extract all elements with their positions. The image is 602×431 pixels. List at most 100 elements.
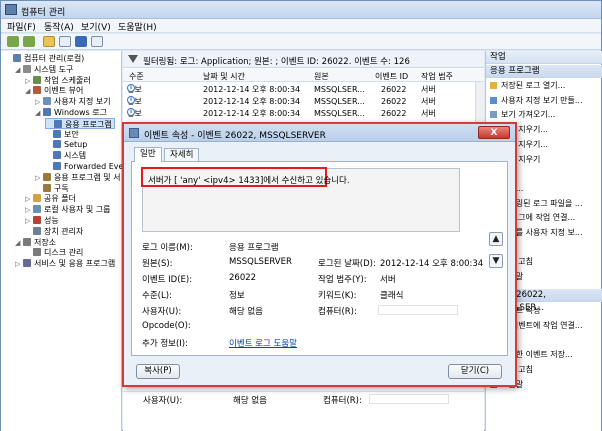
col-event-id[interactable]: 이벤트 ID	[375, 71, 408, 82]
tree-node-icon	[53, 129, 61, 138]
row-source: MSSQLSER...	[314, 109, 365, 118]
col-category[interactable]: 작업 범주	[421, 71, 453, 82]
menu-help[interactable]: 도움말(H)	[118, 20, 157, 33]
log-name-value: 응용 프로그램	[229, 243, 279, 253]
tree-node-icon	[43, 108, 51, 116]
tree-item-label: 시스템	[64, 151, 87, 161]
keywords-label: 키워드(K):	[318, 291, 357, 301]
event-log-help-link[interactable]: 이벤트 로그 도움말	[229, 337, 297, 349]
row-category: 서버	[421, 97, 436, 106]
computer-value	[378, 305, 458, 315]
action-label: 사용자 지정 보기 만들...	[501, 95, 583, 105]
close-button[interactable]: 닫기(C)	[448, 364, 502, 379]
task-category-value: 서버	[380, 275, 396, 285]
actions-section-app[interactable]: 응용 프로그램	[486, 65, 602, 78]
copy-button[interactable]: 복사(P)	[136, 364, 180, 379]
tree-item[interactable]: 구독	[35, 183, 69, 194]
tree-item[interactable]: ▷ 작업 스케줄러	[25, 75, 91, 86]
help-icon[interactable]	[75, 36, 87, 47]
event-message: 서버가 [ 'any' <ipv4> 1433]에서 수신하고 있습니다.	[148, 176, 350, 186]
row-date: 2012-12-14 오후 8:00:34	[203, 97, 301, 106]
source-value: MSSQLSERVER	[229, 257, 292, 267]
tree-node-icon	[23, 64, 31, 73]
tree-item-label: 컴퓨터 관리(로컬)	[24, 54, 85, 63]
row-source: MSSQLSER...	[314, 97, 365, 106]
action-label: 보기 가져오기...	[501, 110, 556, 120]
dialog-title: 이벤트 속성 - 이벤트 26022, MSSQLSERVER	[144, 131, 326, 141]
event-row[interactable]: i정보 2012-12-14 오후 8:00:34 MSSQLSER... 26022…	[123, 108, 475, 119]
tree-item[interactable]: 응용 프로그램	[45, 117, 115, 129]
tree-expander-icon[interactable]: ◢	[35, 108, 42, 119]
tree-item-label: 시스템 도구	[34, 64, 74, 74]
tree-expander-icon[interactable]: ◢	[25, 86, 32, 97]
row-level: i정보	[127, 96, 142, 107]
back-icon[interactable]	[7, 36, 19, 47]
tree-item[interactable]: ▷ 응용 프로그램 및 서	[35, 172, 121, 183]
menu-view[interactable]: 보기(V)	[81, 20, 111, 33]
tab-general[interactable]: 일반	[134, 147, 162, 162]
action-item[interactable]: 보기 가져오기...	[486, 109, 602, 121]
action-icon	[490, 96, 497, 104]
previous-event-icon[interactable]: ▲	[489, 232, 503, 246]
filter-icon	[128, 55, 138, 63]
title-bar: 컴퓨터 관리	[1, 1, 601, 19]
tree-expander-icon[interactable]: ▷	[15, 259, 22, 270]
tree-item[interactable]: 보안	[45, 129, 79, 140]
tree-item[interactable]: ▷ 공유 폴더	[25, 193, 76, 204]
tree-item-label: 서비스 및 응용 프로그램	[34, 259, 116, 269]
tree-item[interactable]: ◢ 이벤트 뷰어	[25, 85, 83, 96]
tree-item[interactable]: ◢ 시스템 도구	[15, 64, 73, 75]
menu-action[interactable]: 동작(A)	[44, 20, 74, 33]
tree-item-label: 저장소	[34, 237, 57, 247]
folder-icon[interactable]	[43, 36, 55, 47]
tree-item[interactable]: ◢ 저장소	[15, 237, 56, 248]
tree-node-icon	[33, 86, 41, 95]
tab-details[interactable]: 자세히	[164, 148, 200, 161]
console-tree: 컴퓨터 관리(로컬) ◢ 시스템 도구 ▷ 작업 스케줄러 ◢ 이벤트 뷰어 ▷ 사용자 지정 …	[1, 51, 132, 431]
show-hide-icon[interactable]	[91, 36, 103, 47]
info-icon: i	[127, 84, 135, 92]
tree-node-icon	[23, 237, 31, 246]
tree-item[interactable]: ◢ Windows 로그	[35, 107, 107, 118]
col-level[interactable]: 수준	[129, 71, 144, 82]
computer-management-icon	[5, 4, 17, 15]
tree-item[interactable]: 장치 관리자	[25, 226, 83, 237]
col-source[interactable]: 원본	[314, 71, 329, 82]
tree-node-icon	[53, 140, 61, 149]
tree-expander-icon[interactable]: ◢	[15, 65, 22, 76]
tree-item[interactable]: 컴퓨터 관리(로컬)	[5, 53, 84, 64]
tree-item[interactable]: ▷ 로컬 사용자 및 그룹	[25, 204, 111, 215]
console-tree-icon[interactable]	[59, 36, 71, 47]
action-item[interactable]: 사용자 지정 보기 만들...	[486, 95, 602, 107]
tree-item[interactable]: ▷ 사용자 지정 보기	[35, 96, 111, 107]
tree-item-label: 장치 관리자	[44, 226, 84, 236]
details-strip: 사용자(U): 해당 없음 컴퓨터(R):	[123, 391, 484, 431]
event-row[interactable]: i정보 2012-12-14 오후 8:00:34 MSSQLSER... 26022…	[123, 84, 475, 95]
user-label: 사용자(U):	[142, 307, 182, 317]
tree-item[interactable]: Setup	[45, 139, 87, 150]
tree-item[interactable]: 디스크 관리	[25, 247, 83, 258]
tree-expander-icon[interactable]: ◢	[15, 238, 22, 249]
toolbar	[1, 34, 601, 50]
forward-icon[interactable]	[23, 36, 35, 47]
tree-item[interactable]: ▷ 서비스 및 응용 프로그램	[15, 258, 115, 269]
tree-item-label: 응용 프로그램	[65, 119, 112, 129]
action-item[interactable]: 저장된 로그 열기...	[486, 80, 602, 92]
tree-item-label: 로컬 사용자 및 그룹	[44, 205, 111, 215]
level-value: 정보	[229, 291, 245, 301]
tree-item[interactable]: Forwarded Event	[45, 161, 132, 172]
tree-item[interactable]: 시스템	[45, 150, 86, 161]
tree-node-icon	[33, 226, 41, 235]
tree-item[interactable]: ▷ 성능	[25, 215, 59, 226]
tree-node-icon	[43, 172, 51, 181]
event-id-label: 이벤트 ID(E):	[142, 275, 193, 285]
col-date[interactable]: 날짜 및 시간	[203, 71, 245, 82]
tree-item-label: 사용자 지정 보기	[54, 97, 111, 107]
menu-file[interactable]: 파일(F)	[7, 20, 36, 33]
event-message-box[interactable]: 서버가 [ 'any' <ipv4> 1433]에서 수신하고 있습니다.	[141, 167, 460, 232]
dialog-close-button[interactable]: X	[478, 126, 510, 139]
event-row[interactable]: i정보 2012-12-14 오후 8:00:34 MSSQLSER... 26022…	[123, 96, 475, 107]
next-event-icon[interactable]: ▼	[489, 254, 503, 268]
tree-item-label: 성능	[44, 216, 59, 225]
tree-node-icon	[54, 119, 62, 128]
